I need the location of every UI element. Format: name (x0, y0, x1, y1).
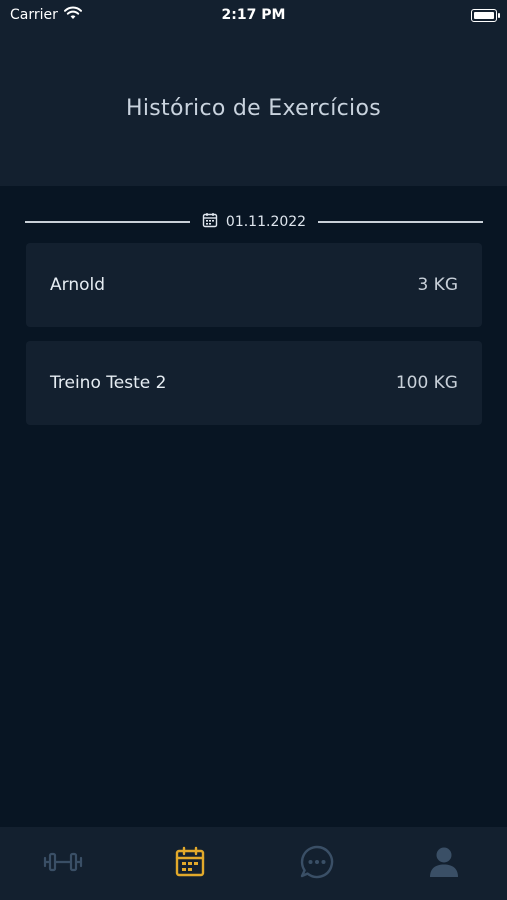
entry-weight: 100 KG (395, 373, 458, 393)
calendar-icon (174, 846, 206, 882)
status-time: 2:17 PM (221, 7, 286, 23)
tab-profile[interactable] (414, 834, 474, 894)
battery-icon (471, 8, 500, 22)
tab-workouts[interactable] (33, 834, 93, 894)
user-icon (429, 846, 459, 882)
history-entry[interactable]: Arnold 3 KG (26, 243, 482, 327)
date-divider: 01.11.2022 (25, 208, 484, 236)
tab-bar (0, 827, 507, 900)
entry-name: Treino Teste 2 (50, 373, 167, 393)
status-bar: Carrier 2:17 PM (0, 0, 507, 30)
chat-icon (299, 844, 335, 884)
divider-line-left (25, 221, 190, 223)
tab-history[interactable] (160, 834, 220, 894)
history-date: 01.11.2022 (225, 214, 307, 230)
tab-chat[interactable] (287, 834, 347, 894)
dumbbell-icon (42, 851, 84, 877)
history-entry[interactable]: Treino Teste 2 100 KG (26, 341, 482, 425)
entry-name: Arnold (50, 275, 106, 295)
divider-line-right (318, 221, 484, 223)
entry-weight: 3 KG (417, 275, 458, 295)
calendar-small-icon (202, 212, 218, 232)
page-title: Histórico de Exercícios (126, 96, 381, 121)
date-chip: 01.11.2022 (190, 212, 318, 232)
